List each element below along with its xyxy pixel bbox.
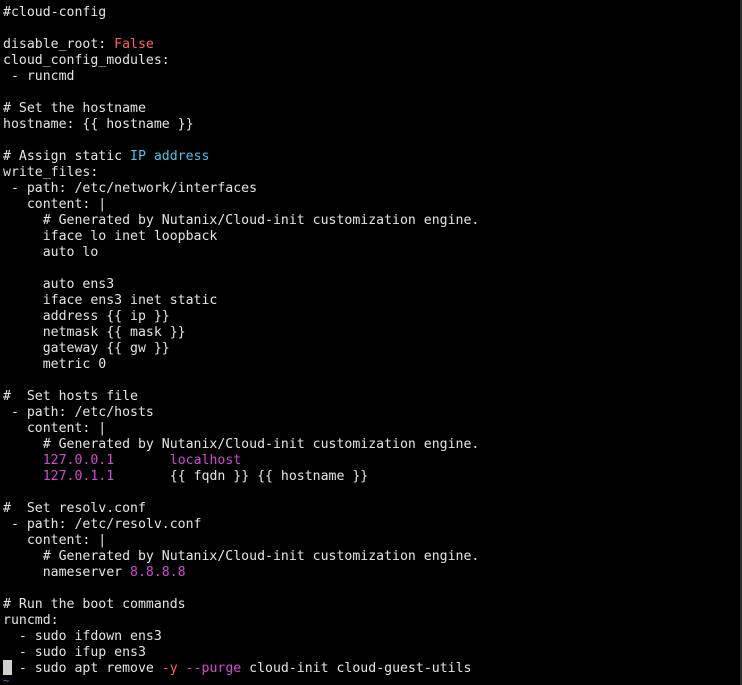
code-line: content: |: [3, 421, 479, 437]
tilde-marker-icon: ~: [3, 677, 9, 685]
code-segment: content: |: [3, 533, 107, 548]
code-segment: disable_root:: [3, 37, 115, 52]
code-segment: localhost: [169, 453, 242, 468]
code-line: gateway {{ gw }}: [3, 341, 479, 357]
code-line: # Generated by Nutanix/Cloud-init custom…: [3, 549, 480, 565]
code-segment: #cloud-config: [3, 5, 107, 20]
code-segment: write_files:: [3, 165, 99, 180]
code-line: # Assign static IP address: [3, 149, 479, 165]
code-segment: IP address: [130, 149, 210, 164]
code-segment: nameserver: [3, 565, 131, 580]
code-segment: runcmd:: [3, 613, 59, 628]
code-segment: cloud-init cloud-guest-utils: [241, 661, 472, 676]
code-segment: # Set resolv.conf: [3, 501, 146, 516]
code-line: content: |: [3, 533, 479, 549]
code-segment: -y: [161, 661, 178, 676]
cloud-config-editor[interactable]: #cloud-config disable_root: False cloud_c…: [3, 5, 479, 677]
code-segment: # Generated by Nutanix/Cloud-init custom…: [3, 437, 480, 452]
code-line: - path: /etc/hosts: [3, 405, 479, 421]
code-segment: content: |: [3, 421, 107, 436]
code-line: - runcmd: [3, 69, 479, 85]
code-line: # Set resolv.conf: [3, 501, 479, 517]
code-segment: # Generated by Nutanix/Cloud-init custom…: [3, 213, 480, 228]
code-segment: --purge: [185, 661, 242, 676]
terminal-window[interactable]: #cloud-config disable_root: False cloud_c…: [0, 0, 742, 685]
code-segment: # Assign static: [3, 149, 131, 164]
code-segment: - sudo ifdown ens3: [3, 629, 162, 644]
code-segment: address {{ ip }}: [3, 309, 170, 324]
code-segment: # Generated by Nutanix/Cloud-init custom…: [3, 549, 480, 564]
code-segment: # Set the hostname: [3, 101, 146, 116]
code-segment: 127.0.1.1: [42, 469, 115, 484]
code-line: # Set hosts file: [3, 389, 479, 405]
code-line: - sudo ifup ens3: [3, 645, 479, 661]
code-line: disable_root: False: [3, 37, 479, 53]
code-line: # Generated by Nutanix/Cloud-init custom…: [3, 437, 480, 453]
code-segment: netmask {{ mask }}: [3, 325, 186, 340]
code-segment: iface lo inet loopback: [3, 229, 218, 244]
code-line: - path: /etc/network/interfaces: [3, 181, 479, 197]
code-segment: metric 0: [3, 357, 107, 372]
code-segment: False: [114, 37, 154, 52]
code-line: - sudo apt remove -y --purge cloud-init …: [3, 661, 479, 677]
code-segment: cloud_config_modules:: [3, 53, 170, 68]
code-line: netmask {{ mask }}: [3, 325, 479, 341]
code-line: 127.0.1.1 {{ fqdn }} {{ hostname }}: [3, 469, 479, 485]
code-line: address {{ ip }}: [3, 309, 479, 325]
code-segment: content: |: [3, 197, 107, 212]
code-segment: auto lo: [3, 245, 99, 260]
code-line: - path: /etc/resolv.conf: [3, 517, 479, 533]
code-segment: 8.8.8.8: [130, 565, 186, 580]
code-line: auto ens3: [3, 277, 479, 293]
code-line: 127.0.0.1 localhost: [3, 453, 479, 469]
code-line: iface lo inet loopback: [3, 229, 479, 245]
code-segment: hostname: {{ hostname }}: [3, 117, 194, 132]
code-line: write_files:: [3, 165, 479, 181]
code-segment: - path: /etc/network/interfaces: [3, 181, 258, 196]
code-line: nameserver 8.8.8.8: [3, 565, 479, 581]
code-line: # Set the hostname: [3, 101, 479, 117]
code-segment: - path: /etc/resolv.conf: [3, 517, 202, 532]
code-line: cloud_config_modules:: [3, 53, 479, 69]
code-line: #cloud-config: [3, 5, 479, 21]
block-cursor-icon: [3, 660, 12, 675]
code-segment: - runcmd: [3, 69, 75, 84]
code-line: # Generated by Nutanix/Cloud-init custom…: [3, 213, 480, 229]
code-segment: - sudo apt remove: [3, 661, 162, 676]
code-segment: gateway {{ gw }}: [3, 341, 170, 356]
code-line: runcmd:: [3, 613, 479, 629]
code-segment: # Run the boot commands: [3, 597, 186, 612]
code-segment: - path: /etc/hosts: [3, 405, 154, 420]
code-line: hostname: {{ hostname }}: [3, 117, 479, 133]
code-line: - sudo ifdown ens3: [3, 629, 479, 645]
code-line: content: |: [3, 197, 479, 213]
code-line: auto lo: [3, 245, 479, 261]
code-segment: iface ens3 inet static: [3, 293, 218, 308]
code-line: metric 0: [3, 357, 479, 373]
code-line: # Run the boot commands: [3, 597, 479, 613]
code-segment: 127.0.0.1: [42, 453, 115, 468]
code-segment: - sudo ifup ens3: [3, 645, 146, 660]
code-segment: auto ens3: [3, 277, 115, 292]
code-line: iface ens3 inet static: [3, 293, 479, 309]
code-segment: {{ fqdn }} {{ hostname }}: [114, 469, 369, 484]
code-segment: # Set hosts file: [3, 389, 138, 404]
